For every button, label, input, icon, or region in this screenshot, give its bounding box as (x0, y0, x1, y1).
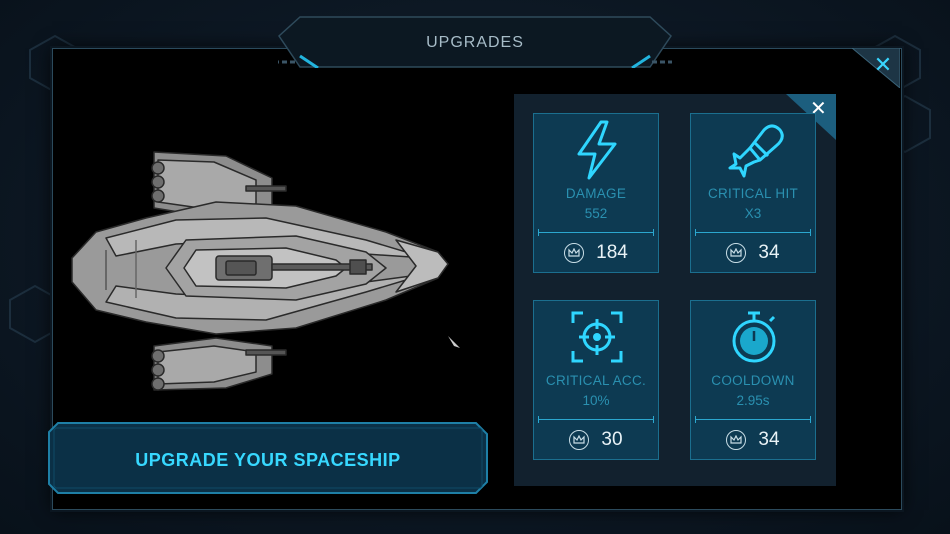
spaceship-image (71, 151, 460, 391)
stopwatch-icon (732, 311, 776, 363)
upgrade-cost: 184 (534, 236, 658, 270)
cost-value: 184 (596, 242, 628, 263)
cost-value: 34 (758, 429, 780, 450)
divider (695, 416, 811, 423)
page-title: UPGRADES (426, 34, 524, 51)
banner-label: UPGRADE YOUR SPACESHIP (135, 450, 401, 470)
upgrade-card-critical-hit[interactable]: CRITICAL HIT X3 34 (690, 113, 816, 273)
upgrade-value: 552 (584, 206, 608, 221)
upgrade-cost: 34 (691, 423, 815, 457)
upgrade-name: DAMAGE (565, 186, 627, 201)
crown-icon (569, 430, 590, 450)
upgrade-name: CRITICAL HIT (707, 186, 799, 201)
header-tab: UPGRADES (278, 16, 672, 68)
upgrade-value: 10% (582, 393, 610, 408)
upgrade-card-cooldown[interactable]: COOLDOWN 2.95s 34 (690, 300, 816, 460)
upgrade-value: X3 (744, 206, 762, 221)
crown-icon (564, 243, 585, 263)
crown-icon (726, 430, 747, 450)
divider (695, 229, 811, 236)
upgrade-spaceship-button[interactable]: UPGRADE YOUR SPACESHIP (48, 422, 488, 494)
upgrade-value: 2.95s (736, 393, 770, 408)
cost-value: 34 (758, 242, 780, 263)
upgrade-card-critical-acc[interactable]: CRITICAL ACC. 10% 30 (533, 300, 659, 460)
close-icon: ✕ (873, 52, 893, 77)
upgrade-cost: 30 (534, 423, 658, 457)
cost-value: 30 (601, 429, 623, 450)
divider (538, 416, 654, 423)
close-button[interactable]: ✕ (852, 48, 900, 88)
crosshair-icon (571, 311, 623, 363)
crown-icon (726, 243, 747, 263)
upgrade-name: CRITICAL ACC. (545, 373, 647, 388)
upgrade-cost: 34 (691, 236, 815, 270)
upgrade-card-damage[interactable]: DAMAGE 552 184 (533, 113, 659, 273)
bomb-icon (728, 124, 784, 178)
upgrade-name: COOLDOWN (711, 373, 795, 388)
divider (538, 229, 654, 236)
lightning-icon (577, 120, 617, 180)
